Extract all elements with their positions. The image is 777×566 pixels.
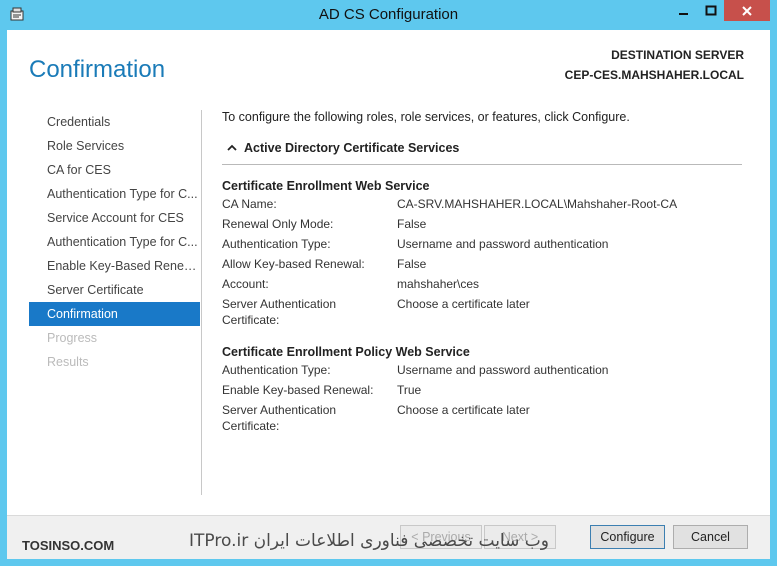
property-label: Enable Key-based Renewal: (222, 383, 374, 397)
destination-server-name: CEP-CES.MAHSHAHER.LOCAL (564, 68, 744, 82)
minimize-icon (678, 12, 688, 15)
maximize-button[interactable] (697, 0, 724, 21)
intro-text: To configure the following roles, role s… (222, 110, 630, 124)
section-divider (222, 164, 742, 165)
property-label: Authentication Type: (222, 363, 331, 377)
dialog-body: Confirmation DESTINATION SERVER CEP-CES.… (7, 30, 770, 559)
confirmation-content: To configure the following roles, role s… (222, 110, 752, 438)
nav-item-authentication-type-ces[interactable]: Authentication Type for C... (29, 182, 200, 206)
property-row: Server Authentication Certificate: Choos… (222, 402, 752, 434)
nav-item-progress: Progress (47, 331, 98, 345)
property-label: Server Authentication Certificate: (222, 297, 337, 327)
nav-item-results: Results (47, 355, 89, 369)
section-header[interactable]: Active Directory Certificate Services (222, 141, 752, 155)
property-label: Allow Key-based Renewal: (222, 257, 365, 271)
property-row: Renewal Only Mode: False (222, 216, 752, 232)
property-row: Allow Key-based Renewal: False (222, 256, 752, 272)
watermark-tosinso: TOSINSO.COM (22, 538, 115, 553)
nav-item-service-account[interactable]: Service Account for CES (29, 206, 200, 230)
property-row: Account: mahshaher\ces (222, 276, 752, 292)
minimize-button[interactable] (670, 0, 697, 21)
property-value: Choose a certificate later (397, 403, 530, 417)
property-label: Account: (222, 277, 269, 291)
property-row: CA Name: CA-SRV.MAHSHAHER.LOCAL\Mahshahe… (222, 196, 752, 212)
cancel-button[interactable]: Cancel (673, 525, 748, 549)
property-value: Username and password authentication (397, 363, 609, 377)
maximize-icon (705, 5, 716, 15)
wizard-footer: TOSINSO.COM < Previous Next > Configure … (7, 515, 770, 559)
property-label: Server Authentication Certificate: (222, 403, 337, 433)
property-row: Authentication Type: Username and passwo… (222, 236, 752, 252)
dialog-window: AD CS Configuration Confirmation DESTINA… (0, 0, 777, 566)
nav-item-confirmation[interactable]: Confirmation (29, 302, 200, 326)
property-value: mahshaher\ces (397, 277, 480, 291)
property-row: Server Authentication Certificate: Choos… (222, 296, 752, 328)
section-title: Active Directory Certificate Services (244, 141, 460, 155)
property-value: CA-SRV.MAHSHAHER.LOCAL\Mahshaher-Root-CA (397, 197, 678, 211)
property-value: False (397, 257, 427, 271)
nav-item-server-certificate[interactable]: Server Certificate (29, 278, 200, 302)
nav-item-ca-for-ces[interactable]: CA for CES (29, 158, 200, 182)
property-value: False (397, 217, 427, 231)
nav-item-credentials[interactable]: Credentials (29, 110, 200, 134)
nav-item-key-based-renewal[interactable]: Enable Key-Based Renew... (29, 254, 200, 278)
property-value: Choose a certificate later (397, 297, 530, 311)
nav-item-authentication-type-cep[interactable]: Authentication Type for C... (29, 230, 200, 254)
configure-button[interactable]: Configure (590, 525, 665, 549)
nav-item-role-services[interactable]: Role Services (29, 134, 200, 158)
nav-divider (201, 110, 202, 495)
close-icon (742, 5, 752, 16)
cep-group-title: Certificate Enrollment Policy Web Servic… (222, 345, 470, 359)
property-row: Authentication Type: Username and passwo… (222, 362, 752, 378)
ces-group-title: Certificate Enrollment Web Service (222, 179, 430, 193)
chevron-up-icon[interactable] (222, 144, 244, 152)
property-label: Renewal Only Mode: (222, 217, 334, 231)
watermark-itpro: ITPro.ir وب سایت تخصصی فناوری اطلاعات ای… (189, 531, 549, 551)
property-label: Authentication Type: (222, 237, 331, 251)
page-title: Confirmation (29, 56, 166, 83)
window-title: AD CS Configuration (318, 6, 459, 23)
property-row: Enable Key-based Renewal: True (222, 382, 752, 398)
property-value: True (397, 383, 422, 397)
property-value: Username and password authentication (397, 237, 609, 251)
close-button[interactable] (724, 0, 770, 21)
wizard-nav: Credentials Role Services CA for CES Aut… (29, 110, 200, 374)
property-label: CA Name: (222, 197, 277, 211)
destination-server-label: DESTINATION SERVER (611, 48, 744, 62)
title-bar[interactable]: AD CS Configuration (0, 0, 777, 30)
